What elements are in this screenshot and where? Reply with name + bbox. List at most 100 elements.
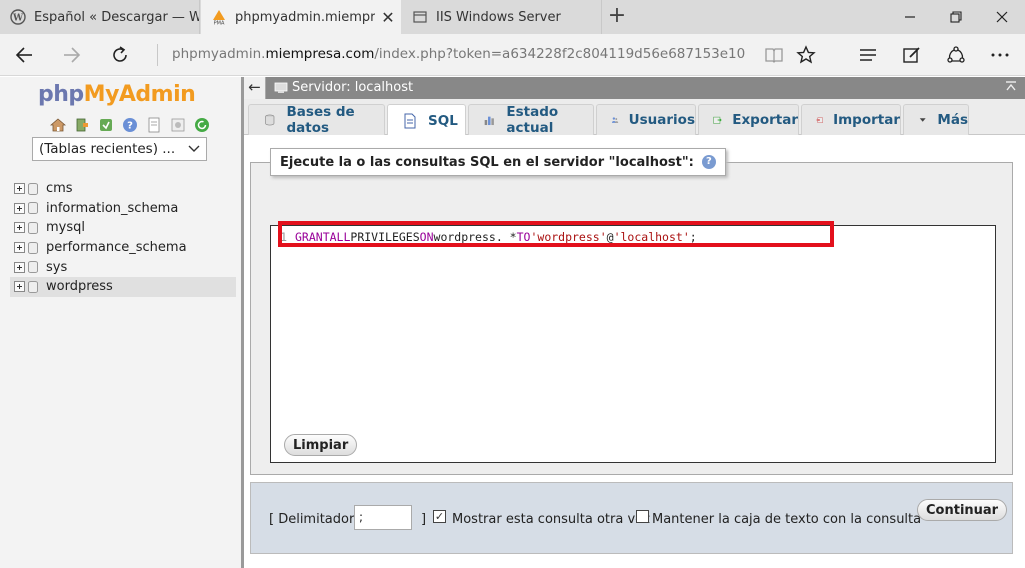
hub-menu-icon[interactable] <box>852 39 884 71</box>
tab-users[interactable]: Usuarios <box>596 104 696 135</box>
settings-icon[interactable] <box>170 117 186 133</box>
breadcrumb[interactable]: Servidor: localhost <box>274 80 413 95</box>
browser-tab-iis[interactable]: IIS Windows Server <box>402 0 602 34</box>
database-icon <box>265 114 275 126</box>
chevron-down-icon <box>188 145 200 152</box>
show-query-checkbox[interactable]: ✓ <box>433 510 446 523</box>
tab-label: Bases de datos <box>286 104 355 136</box>
recent-tables-select[interactable]: (Tablas recientes) ... <box>32 137 207 161</box>
database-item-mysql[interactable]: mysql <box>10 218 236 238</box>
minimize-icon[interactable] <box>887 0 933 34</box>
browser-tab-title: IIS Windows Server <box>436 9 561 25</box>
tab-import[interactable]: Importar <box>801 104 901 135</box>
delimiter-input[interactable]: ; <box>354 505 412 530</box>
browser-tabbar: W Español « Descargar — Wor PMA phpmyadm… <box>0 0 1025 34</box>
continue-button[interactable]: Continuar <box>917 499 1008 521</box>
scroll-top-icon[interactable] <box>1005 80 1017 96</box>
database-icon <box>28 241 38 254</box>
database-icon <box>28 280 38 293</box>
main-content: 1 GRANT ALL PRIVILEGES ON wordpress . * T… <box>244 135 1025 568</box>
tab-label: Usuarios <box>628 112 695 128</box>
documentation-icon[interactable]: ? <box>122 117 138 133</box>
navigation-panel: phpMyAdmin ? (Tablas recientes) ... cms … <box>0 77 241 568</box>
main-menu-tabs: Bases de datos SQL Estado actual Usuario… <box>244 99 1025 136</box>
sql-query-editor[interactable]: 1 GRANT ALL PRIVILEGES ON wordpress . * T… <box>270 221 996 463</box>
help-icon[interactable]: ? <box>701 155 716 169</box>
expand-icon[interactable] <box>14 281 25 293</box>
restore-icon[interactable] <box>933 0 979 34</box>
browser-navbar: phpmyadmin.miempresa.com/index.php?token… <box>0 34 1025 76</box>
expand-icon[interactable] <box>14 242 25 254</box>
share-icon[interactable] <box>940 39 972 71</box>
database-icon <box>28 202 38 215</box>
back-arrow-icon[interactable] <box>8 39 40 71</box>
query-window-icon[interactable] <box>98 117 114 133</box>
database-item-cms[interactable]: cms <box>10 179 236 199</box>
tab-label: Más <box>937 112 968 128</box>
tab-label: Estado actual <box>506 104 559 136</box>
logout-icon[interactable] <box>74 117 90 133</box>
address-bar[interactable]: phpmyadmin.miempresa.com/index.php?token… <box>172 46 746 66</box>
logo-myadmin: MyAdmin <box>83 82 196 107</box>
expand-icon[interactable] <box>14 222 25 234</box>
refresh-icon[interactable] <box>104 39 136 71</box>
more-options-icon[interactable] <box>984 39 1016 71</box>
database-item-sys[interactable]: sys <box>10 257 236 277</box>
tab-status[interactable]: Estado actual <box>468 104 594 136</box>
show-query-label[interactable]: Mostrar esta consulta otra vez <box>452 512 650 527</box>
database-icon <box>28 182 38 195</box>
clear-button[interactable]: Limpiar <box>284 434 358 456</box>
database-item-wordpress[interactable]: wordpress <box>10 276 236 297</box>
recent-tables-value: (Tablas recientes) ... <box>39 141 176 157</box>
svg-text:PMA: PMA <box>214 21 225 26</box>
database-name: performance_schema <box>46 240 187 256</box>
status-chart-icon <box>484 116 494 126</box>
database-item-performance-schema[interactable]: performance_schema <box>10 238 236 258</box>
database-name: mysql <box>46 220 85 236</box>
database-name: cms <box>46 181 73 197</box>
server-breadcrumb-bar: ← Servidor: localhost <box>244 77 1025 99</box>
browser-tab-phpmyadmin[interactable]: PMA phpmyadmin.miempres ✕ <box>201 0 401 34</box>
keep-textbox-label[interactable]: Mantener la caja de texto con la consult… <box>652 512 921 527</box>
svg-text:?: ? <box>127 121 133 132</box>
phpmyadmin-logo[interactable]: phpMyAdmin <box>38 82 196 107</box>
tab-more[interactable]: Más <box>903 104 969 135</box>
sql-legend: Ejecute la o las consultas SQL en el ser… <box>270 148 726 176</box>
expand-icon[interactable] <box>14 261 25 273</box>
keep-textbox-checkbox[interactable] <box>636 510 649 523</box>
database-name: sys <box>46 259 68 275</box>
browser-tab-title: phpmyadmin.miempres <box>235 9 375 25</box>
close-window-icon[interactable] <box>979 0 1025 34</box>
svg-text:W: W <box>12 14 24 24</box>
browser-tab-wordpress[interactable]: W Español « Descargar — Wor <box>0 0 200 34</box>
logo-php: php <box>38 82 84 107</box>
query-options-bar: [ Delimitador ; ] ✓ Mostrar esta consult… <box>250 482 1013 554</box>
delimiter-close-bracket: ] <box>421 512 427 527</box>
server-icon <box>274 82 288 93</box>
web-note-icon[interactable] <box>896 39 928 71</box>
forward-arrow-icon[interactable] <box>56 39 88 71</box>
collapse-panel-button[interactable]: ← <box>244 77 266 99</box>
expand-icon[interactable] <box>14 202 25 214</box>
export-icon <box>713 116 722 124</box>
url-domain: miempresa.com <box>265 46 375 62</box>
database-item-information-schema[interactable]: information_schema <box>10 199 236 219</box>
database-name: information_schema <box>46 200 179 216</box>
users-icon <box>611 117 619 123</box>
highlight-box <box>278 221 834 247</box>
close-tab-icon[interactable]: ✕ <box>375 8 401 27</box>
tab-databases[interactable]: Bases de datos <box>248 104 385 136</box>
favorite-star-icon[interactable] <box>790 39 822 71</box>
sql-docs-icon[interactable] <box>146 117 162 133</box>
reload-navigation-icon[interactable] <box>194 117 210 133</box>
reading-view-icon[interactable] <box>758 39 790 71</box>
import-icon <box>816 117 823 123</box>
pma-icon: PMA <box>213 10 225 26</box>
new-tab-button[interactable]: + <box>604 5 630 29</box>
expand-icon[interactable] <box>14 183 25 195</box>
home-icon[interactable] <box>50 117 66 133</box>
caret-down-icon <box>919 118 926 122</box>
tab-sql[interactable]: SQL <box>387 104 466 136</box>
tab-export[interactable]: Exportar <box>698 104 799 135</box>
database-icon <box>28 261 38 274</box>
